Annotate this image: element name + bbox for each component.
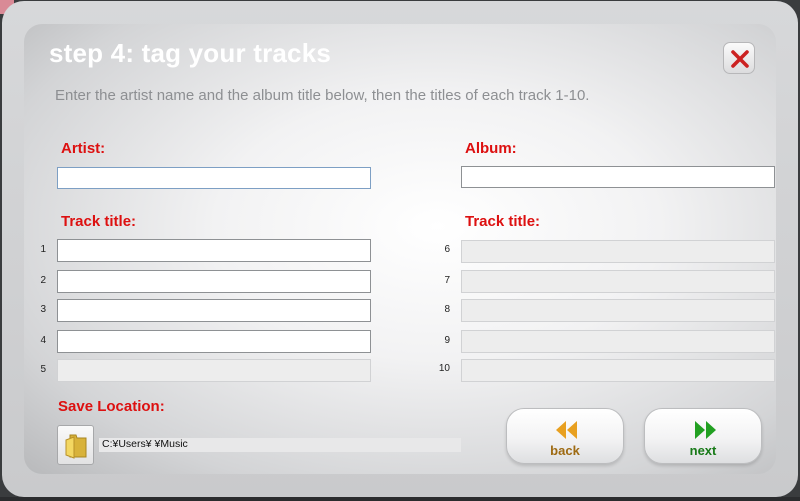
track-number: 4 (40, 335, 46, 346)
track-number: 6 (444, 244, 450, 255)
track-4-input[interactable] (57, 330, 371, 353)
track-5-input[interactable] (57, 359, 371, 382)
track-number: 5 (40, 364, 46, 375)
next-button[interactable]: next (644, 408, 762, 464)
track-number: 10 (438, 363, 450, 374)
track-7-input[interactable] (461, 270, 775, 293)
dialog-title: step 4: tag your tracks (49, 38, 332, 68)
close-icon (731, 50, 749, 68)
track-number: 7 (444, 275, 450, 286)
close-button[interactable] (723, 42, 755, 74)
track-number: 2 (40, 275, 46, 286)
save-path-field: C:¥Users¥ ¥Music (99, 438, 461, 452)
track-1-input[interactable] (57, 239, 371, 262)
instructions-text: Enter the artist name and the album titl… (55, 87, 590, 104)
track-number: 8 (444, 304, 450, 315)
track-8-input[interactable] (461, 299, 775, 322)
window-bottom-edge (0, 497, 800, 501)
album-input[interactable] (461, 166, 775, 188)
save-path-text: C:¥Users¥ ¥Music (102, 438, 188, 450)
back-label: back (550, 443, 580, 458)
next-label: next (689, 443, 717, 458)
track-3-input[interactable] (57, 299, 371, 322)
save-location-label: Save Location: (58, 398, 165, 415)
track-title-label-left: Track title: (61, 213, 137, 230)
artist-label: Artist: (61, 140, 106, 157)
back-button[interactable]: back (506, 408, 624, 464)
track-2-input[interactable] (57, 270, 371, 293)
track-6-input[interactable] (461, 240, 775, 263)
browse-folder-button[interactable] (57, 425, 94, 465)
fast-forward-icon (695, 421, 716, 439)
folder-icon (65, 434, 87, 459)
rewind-icon (556, 421, 577, 439)
track-title-label-right: Track title: (465, 213, 541, 230)
track-9-input[interactable] (461, 330, 775, 353)
track-number: 3 (40, 304, 46, 315)
track-number: 1 (40, 244, 46, 255)
artist-input[interactable] (57, 167, 371, 189)
album-label: Album: (465, 140, 517, 157)
track-number: 9 (444, 335, 450, 346)
track-10-input[interactable] (461, 359, 775, 382)
